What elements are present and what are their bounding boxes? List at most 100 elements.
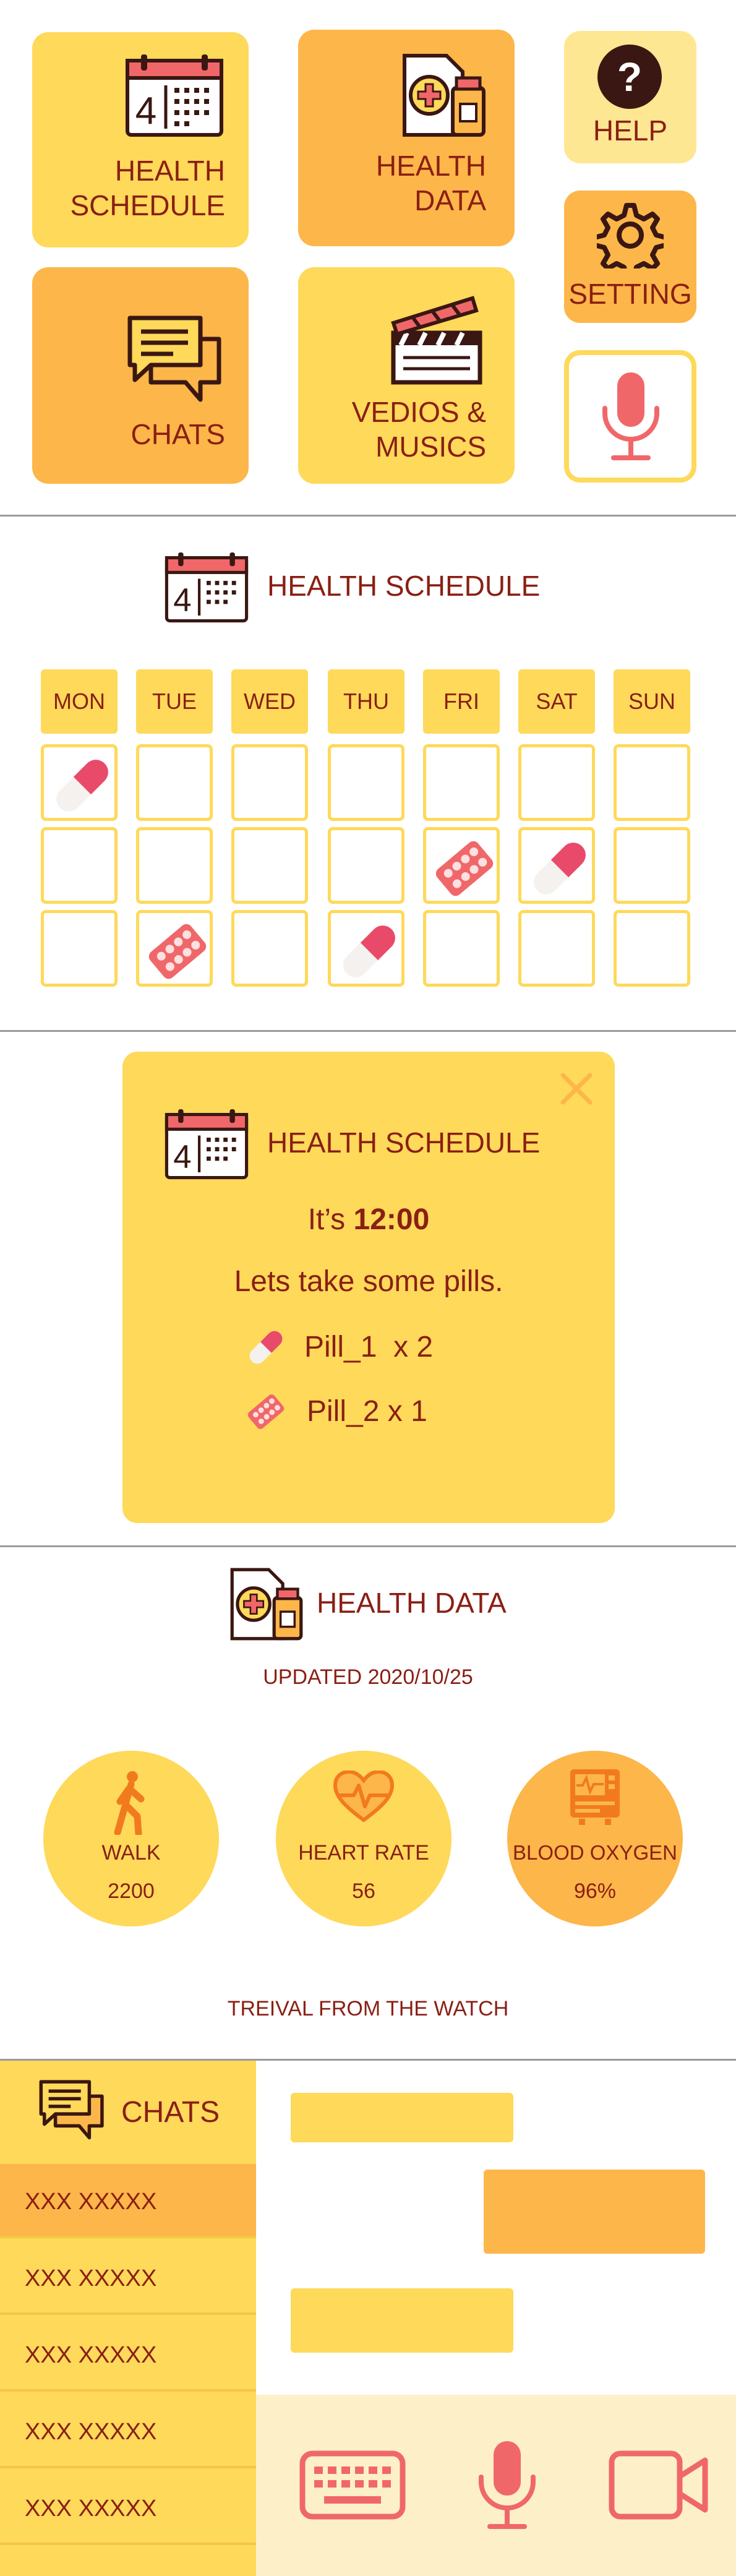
walk-metric[interactable]: WALK 2200 [43, 1751, 219, 1926]
outgoing-message[interactable] [484, 2170, 705, 2254]
calendar-icon: 4 [165, 1109, 249, 1180]
incoming-message[interactable] [291, 2093, 513, 2142]
contact-item[interactable]: XXX XXXXX [0, 2394, 256, 2468]
contact-name: XXX XXXXX [25, 2419, 157, 2445]
heart-rate-label: HEART RATE [298, 1841, 429, 1865]
tablet-pack-icon [435, 841, 494, 896]
schedule-cell[interactable] [328, 827, 404, 904]
health-data-tile[interactable]: HEALTH DATA [298, 30, 515, 246]
health-schedule-tile[interactable]: 4 HEALTH SCHEDULE [32, 32, 249, 247]
schedule-cell[interactable] [518, 744, 595, 821]
health-schedule-label-1: HEALTH [114, 155, 225, 187]
blood-oxygen-metric[interactable]: BLOOD OXYGEN 96% [507, 1751, 683, 1926]
contact-name: XXX XXXXX [25, 2265, 157, 2291]
contact-item[interactable]: XXX XXXXX [0, 2241, 256, 2315]
walk-icon [114, 1771, 145, 1835]
data-source-note: TREIVAL FROM THE WATCH [227, 1997, 509, 2020]
contact-name: XXX XXXXX [25, 2496, 157, 2522]
clapperboard-icon [391, 296, 482, 385]
reminder-time-prefix: It’s [307, 1203, 354, 1236]
weekday-sat: SAT [518, 669, 595, 734]
question-icon: ? [597, 45, 662, 109]
videos-musics-tile[interactable]: VEDIOS & MUSICS [298, 267, 515, 484]
schedule-cell[interactable] [231, 827, 308, 904]
schedule-cell[interactable] [136, 910, 213, 987]
contact-name: XXX XXXXX [25, 2189, 157, 2215]
video-call-button[interactable] [609, 2450, 709, 2520]
section-divider [0, 1030, 736, 1032]
contact-item[interactable]: XXX XXXXX [0, 2164, 256, 2238]
schedule-cell[interactable] [518, 910, 595, 987]
schedule-cell[interactable] [231, 744, 308, 821]
incoming-message[interactable] [291, 2288, 513, 2353]
videos-label-1: VEDIOS & [351, 396, 486, 428]
tablet-pack-icon [247, 1394, 285, 1429]
svg-text:4: 4 [135, 90, 156, 132]
reminder-title: HEALTH SCHEDULE [267, 1127, 541, 1159]
weekday-fri: FRI [423, 669, 500, 734]
microphone-icon [479, 2441, 536, 2529]
schedule-cell[interactable] [41, 827, 118, 904]
walk-label: WALK [101, 1841, 161, 1865]
health-schedule-label-2: SCHEDULE [70, 189, 225, 221]
chats-tile[interactable]: CHATS [32, 267, 249, 484]
heart-rate-icon [333, 1771, 395, 1823]
schedule-cell[interactable] [614, 910, 690, 987]
schedule-cell[interactable] [423, 744, 500, 821]
close-icon [560, 1073, 593, 1105]
gear-icon [597, 203, 664, 268]
schedule-cell[interactable] [41, 744, 118, 821]
schedule-cell[interactable] [136, 744, 213, 821]
calendar-icon: 4 [165, 552, 249, 623]
keyboard-icon [299, 2450, 406, 2520]
help-label: HELP [593, 114, 668, 147]
keyboard-button[interactable] [299, 2450, 406, 2520]
chat-input-bar [256, 2395, 736, 2576]
reminder-time: It’s 12:00 [122, 1203, 615, 1237]
contact-item[interactable]: XXX XXXXX [0, 2471, 256, 2545]
help-tile[interactable]: ? HELP [564, 31, 696, 163]
contact-item[interactable]: XXX XXXXX [0, 2317, 256, 2392]
schedule-cell[interactable] [423, 827, 500, 904]
chat-icon [127, 316, 221, 402]
chat-icon [39, 2080, 104, 2140]
close-button[interactable] [558, 1070, 595, 1107]
message-area [256, 2061, 736, 2395]
weekday-thu: THU [328, 669, 404, 734]
walk-value: 2200 [108, 1879, 155, 1903]
capsule-icon [56, 760, 108, 812]
health-data-title: HEALTH DATA [317, 1587, 507, 1619]
reminder-time-value: 12:00 [353, 1203, 430, 1236]
chats-label: CHATS [131, 418, 226, 450]
schedule-cell[interactable] [136, 827, 213, 904]
section-divider [0, 1545, 736, 1547]
schedule-cell[interactable] [423, 910, 500, 987]
health-data-label-1: HEALTH [375, 150, 486, 182]
capsule-icon [249, 1331, 283, 1364]
heart-rate-metric[interactable]: HEART RATE 56 [276, 1751, 451, 1926]
updated-date: UPDATED 2020/10/25 [263, 1665, 473, 1689]
schedule-cell[interactable] [328, 910, 404, 987]
schedule-cell[interactable] [614, 827, 690, 904]
videos-label-2: MUSICS [375, 431, 486, 463]
schedule-cell[interactable] [41, 910, 118, 987]
microphone-icon [602, 372, 659, 460]
reminder-message: Lets take some pills. [234, 1265, 503, 1298]
heart-rate-value: 56 [352, 1879, 375, 1903]
schedule-cell[interactable] [328, 744, 404, 821]
schedule-cell[interactable] [518, 827, 595, 904]
setting-tile[interactable]: SETTING [564, 191, 696, 323]
weekday-mon: MON [41, 669, 118, 734]
video-camera-icon [609, 2450, 708, 2520]
blood-oxygen-label: BLOOD OXYGEN [513, 1841, 677, 1864]
schedule-cell[interactable] [231, 910, 308, 987]
svg-text:4: 4 [173, 582, 191, 619]
setting-label: SETTING [568, 278, 692, 310]
pill-2-text: Pill_2 x 1 [307, 1395, 427, 1428]
contact-name: XXX XXXXX [25, 2342, 157, 2368]
voice-message-button[interactable] [475, 2436, 539, 2535]
health-data-label-2: DATA [414, 184, 486, 217]
voice-input-button[interactable] [564, 350, 696, 483]
schedule-cell[interactable] [614, 744, 690, 821]
capsule-icon [343, 925, 395, 977]
